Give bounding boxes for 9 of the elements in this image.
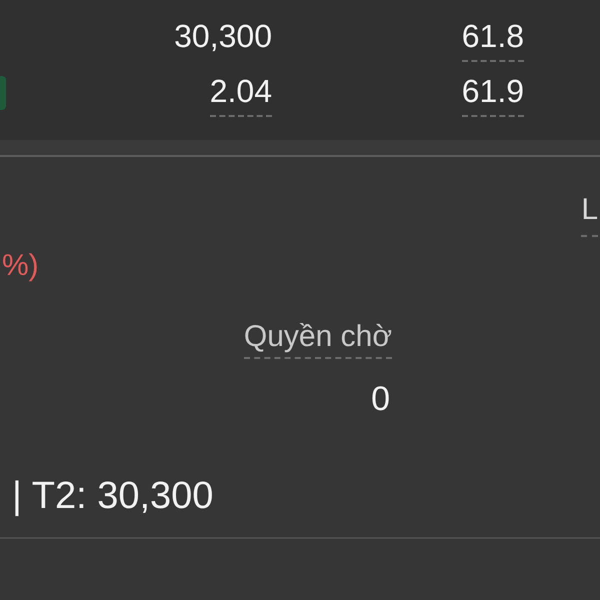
column-label: L <box>581 193 598 237</box>
quote-value: 61.9 <box>462 71 524 117</box>
pending-label: Quyền chờ <box>244 319 392 359</box>
quote-value: 30,300 <box>174 17 272 56</box>
pending-value: 0 <box>371 379 390 419</box>
t2-price: | T2: 30,300 <box>12 474 214 518</box>
change-percent: %) <box>2 249 39 283</box>
quote-value: 2.04 <box>210 71 272 117</box>
quote-value: 61.8 <box>462 16 524 62</box>
